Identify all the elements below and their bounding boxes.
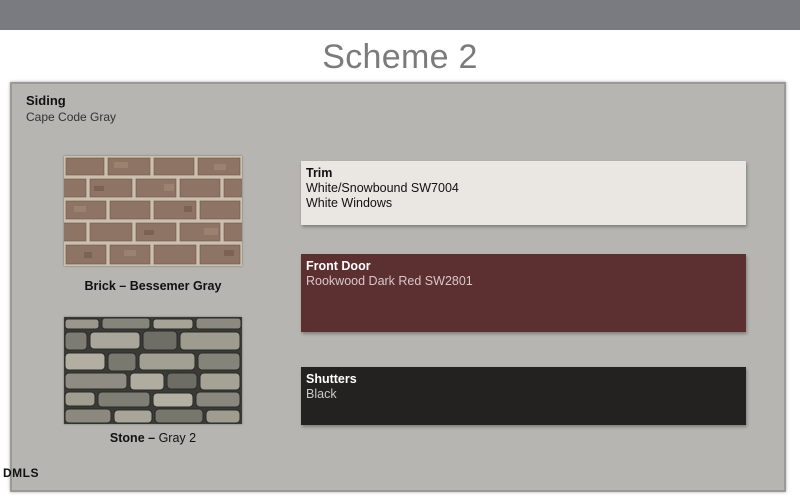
trim-line-1: White/Snowbound SW7004: [306, 181, 459, 195]
stone-separator: –: [144, 431, 159, 445]
stone-name: Stone: [109, 431, 145, 445]
trim-title: Trim: [306, 166, 333, 180]
front-door-line-1: Rookwood Dark Red SW2801: [306, 274, 473, 288]
brick-texture-icon: [64, 156, 242, 266]
front-door-color-card: Front Door Rookwood Dark Red SW2801: [301, 254, 746, 332]
trim-color-card: Trim White/Snowbound SW7004 White Window…: [301, 161, 746, 225]
shutters-color-card: Shutters Black: [301, 367, 746, 425]
brick-separator: –: [115, 279, 130, 293]
brick-name: Brick: [84, 279, 116, 293]
front-door-title: Front Door: [306, 259, 371, 273]
brick-swatch-image: [64, 156, 242, 266]
stone-texture-icon: [64, 317, 242, 424]
shutters-title: Shutters: [306, 372, 357, 386]
stone-swatch-image: [64, 317, 242, 424]
scheme-panel: Siding Cape Code Gray Brick – Bessemer G…: [10, 82, 786, 492]
page-title: Scheme 2: [322, 38, 478, 76]
brick-caption: Brick – Bessemer Gray: [43, 279, 263, 293]
siding-value: Cape Code Gray: [26, 110, 117, 124]
brick-detail: Bessemer Gray: [129, 279, 222, 293]
trim-line-2: White Windows: [306, 196, 393, 210]
watermark: DMLS: [3, 466, 39, 480]
siding-label: Siding: [26, 93, 66, 108]
shutters-line-1: Black: [306, 387, 337, 401]
stone-detail: Gray 2: [158, 431, 197, 445]
top-banner: [0, 0, 800, 30]
stone-caption: Stone – Gray 2: [43, 431, 263, 445]
